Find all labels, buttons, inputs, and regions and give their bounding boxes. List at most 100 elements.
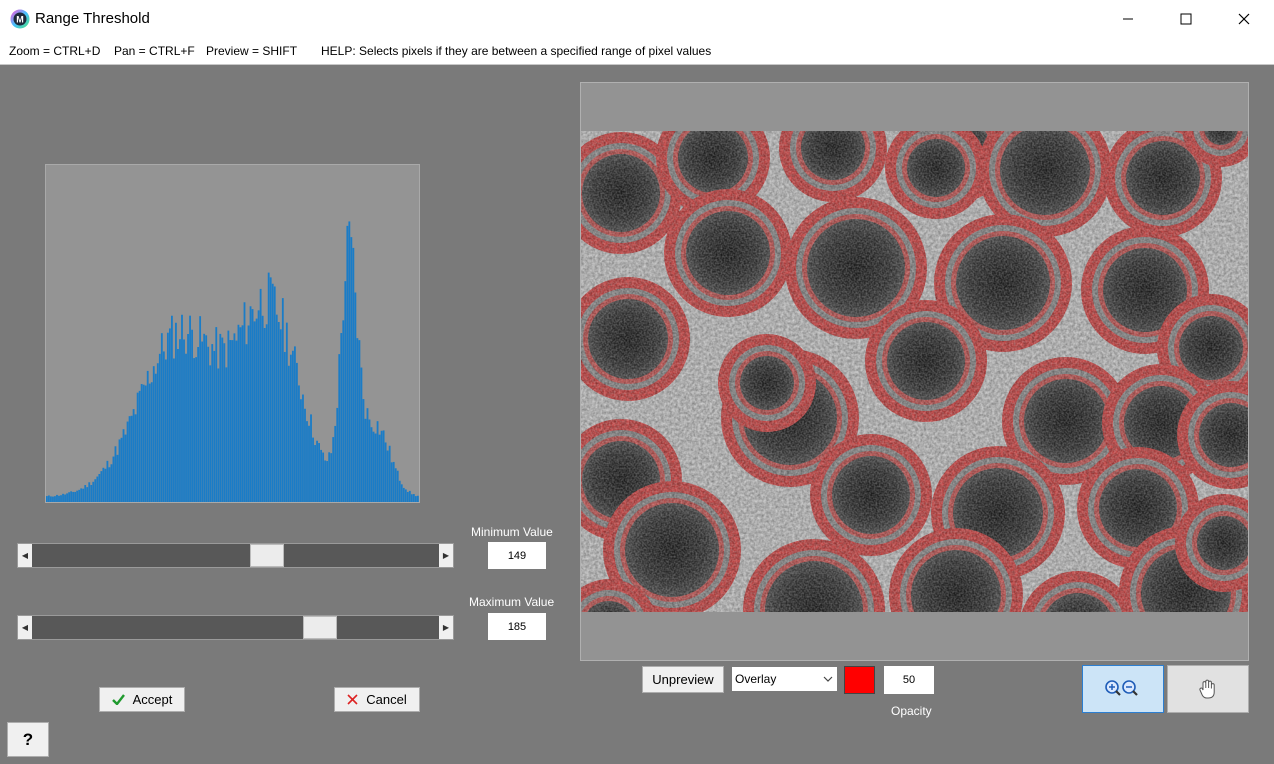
histogram-bar (396, 470, 399, 502)
histogram-bar (54, 496, 56, 502)
histogram-bar (304, 408, 306, 502)
min-slider-left-arrow-icon[interactable]: ◀ (18, 544, 32, 567)
histogram-bar (354, 292, 357, 502)
histogram-bar (306, 421, 308, 502)
histogram-bar (239, 327, 242, 502)
histogram-bar (376, 421, 379, 502)
histogram-bar (296, 362, 298, 502)
image-preview-panel[interactable] (580, 82, 1249, 661)
histogram-bar (74, 491, 77, 502)
close-button[interactable] (1215, 0, 1273, 38)
histogram-bar (291, 350, 294, 502)
histogram-bar (279, 329, 282, 502)
histogram-bar (235, 340, 238, 502)
histogram-bar (84, 485, 87, 502)
histogram-bar (233, 333, 236, 502)
histogram-bar (322, 452, 325, 502)
histogram-bar (384, 442, 387, 502)
max-value-slider[interactable]: ◀ ▶ (17, 615, 454, 640)
histogram-bar (253, 321, 256, 502)
histogram-bar (213, 350, 216, 502)
histogram-bar (237, 324, 240, 502)
histogram-bar (90, 485, 93, 502)
histogram-bar (197, 346, 200, 502)
histogram-bar (414, 496, 417, 502)
histogram-bar (120, 437, 123, 502)
histogram-bar (406, 491, 409, 502)
close-icon (1238, 13, 1250, 25)
histogram-bar (142, 384, 145, 502)
histogram-bar (128, 416, 131, 502)
histogram-bar (209, 365, 212, 502)
title-bar: M Range Threshold (0, 0, 1274, 38)
histogram-bar (360, 367, 363, 502)
histogram-bar (203, 333, 206, 502)
max-slider-left-arrow-icon[interactable]: ◀ (18, 616, 32, 639)
overlay-color-swatch[interactable] (844, 666, 875, 694)
histogram-bar (277, 322, 280, 502)
zoom-tool-button[interactable] (1082, 665, 1164, 713)
min-value-label: Minimum Value (471, 525, 553, 539)
histogram-bar (177, 349, 179, 502)
histogram-bar (193, 358, 195, 502)
opacity-label: Opacity (891, 704, 932, 718)
histogram-bar (96, 476, 99, 502)
histogram-bar (158, 353, 161, 502)
histogram-bar (94, 479, 97, 502)
histogram-bar (58, 495, 60, 502)
histogram-bar (50, 496, 52, 502)
histogram-bar (380, 430, 383, 502)
histogram-bar (378, 434, 381, 502)
histogram-bar (330, 453, 333, 502)
histogram-bar (247, 325, 250, 502)
histogram-bar (46, 496, 48, 502)
histogram-bar (146, 370, 149, 502)
max-slider-right-arrow-icon[interactable]: ▶ (439, 616, 453, 639)
help-button[interactable]: ? (7, 722, 49, 757)
max-value-input[interactable]: 185 (487, 612, 547, 641)
histogram-bar (86, 487, 89, 502)
histogram-bar (175, 322, 177, 502)
min-value-slider[interactable]: ◀ ▶ (17, 543, 454, 568)
pan-tool-button[interactable] (1167, 665, 1249, 713)
histogram-bar (106, 460, 109, 502)
histogram-bar (116, 454, 119, 502)
min-value-input[interactable]: 149 (487, 541, 547, 570)
histogram-bar (316, 440, 318, 502)
overlay-mode-select[interactable]: Overlay (731, 666, 838, 692)
histogram-bar (245, 344, 248, 502)
unpreview-button[interactable]: Unpreview (642, 666, 724, 693)
cross-icon (347, 694, 358, 705)
histogram-bar (372, 431, 375, 502)
histogram-bar (340, 333, 343, 502)
accept-button[interactable]: Accept (99, 687, 185, 712)
overlay-mode-value: Overlay (735, 672, 777, 686)
max-slider-thumb[interactable] (302, 616, 337, 639)
histogram-bar (408, 490, 411, 502)
histogram-bar (328, 452, 331, 502)
histogram-bar (402, 487, 405, 502)
minimize-button[interactable] (1099, 0, 1157, 38)
histogram-bar (243, 302, 246, 502)
histogram-bar (215, 327, 218, 502)
opacity-input[interactable]: 50 (883, 665, 935, 695)
histogram-bar (227, 330, 230, 502)
histogram-bar (400, 484, 403, 502)
cancel-button[interactable]: Cancel (334, 687, 420, 712)
cancel-label: Cancel (366, 692, 407, 707)
histogram-bar (302, 394, 304, 502)
histogram-bar (382, 430, 385, 502)
histogram-bar (134, 414, 137, 502)
maximize-button[interactable] (1157, 0, 1215, 38)
minimize-icon (1123, 18, 1133, 20)
min-slider-right-arrow-icon[interactable]: ▶ (439, 544, 453, 567)
histogram-bar (366, 408, 369, 502)
thresholded-micrograph-image[interactable] (581, 83, 1248, 660)
histogram-bar (185, 353, 187, 502)
histogram-bar (173, 358, 175, 502)
histogram-chart (46, 221, 419, 503)
chevron-down-icon (819, 667, 837, 691)
histogram-bar (183, 339, 185, 502)
histogram-panel (45, 164, 420, 503)
min-slider-thumb[interactable] (249, 544, 284, 567)
